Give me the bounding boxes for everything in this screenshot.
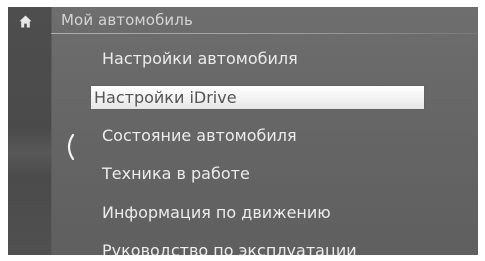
menu-item-technology-in-action[interactable]: Техника в работе <box>86 155 424 194</box>
home-icon[interactable] <box>19 15 32 28</box>
menu-item-idrive-settings[interactable]: Настройки iDrive <box>91 85 424 109</box>
menu-item-vehicle-status[interactable]: Состояние автомобиля <box>86 117 424 156</box>
header-divider <box>51 33 478 34</box>
page-title: Мой автомобиль <box>61 11 193 29</box>
menu-item-trip-information[interactable]: Информация по движению <box>86 194 424 233</box>
left-rail <box>8 7 52 255</box>
chevron-left-icon[interactable] <box>61 132 79 162</box>
menu-item-owners-manual[interactable]: Руководство по эксплуатации <box>86 232 424 255</box>
menu-list: Настройки автомобиля Настройки iDrive Со… <box>86 40 424 255</box>
idrive-screen: Мой автомобиль Настройки автомобиля Наст… <box>8 7 478 255</box>
rail-highlight-band <box>8 128 51 178</box>
menu-item-vehicle-settings[interactable]: Настройки автомобиля <box>86 40 424 79</box>
